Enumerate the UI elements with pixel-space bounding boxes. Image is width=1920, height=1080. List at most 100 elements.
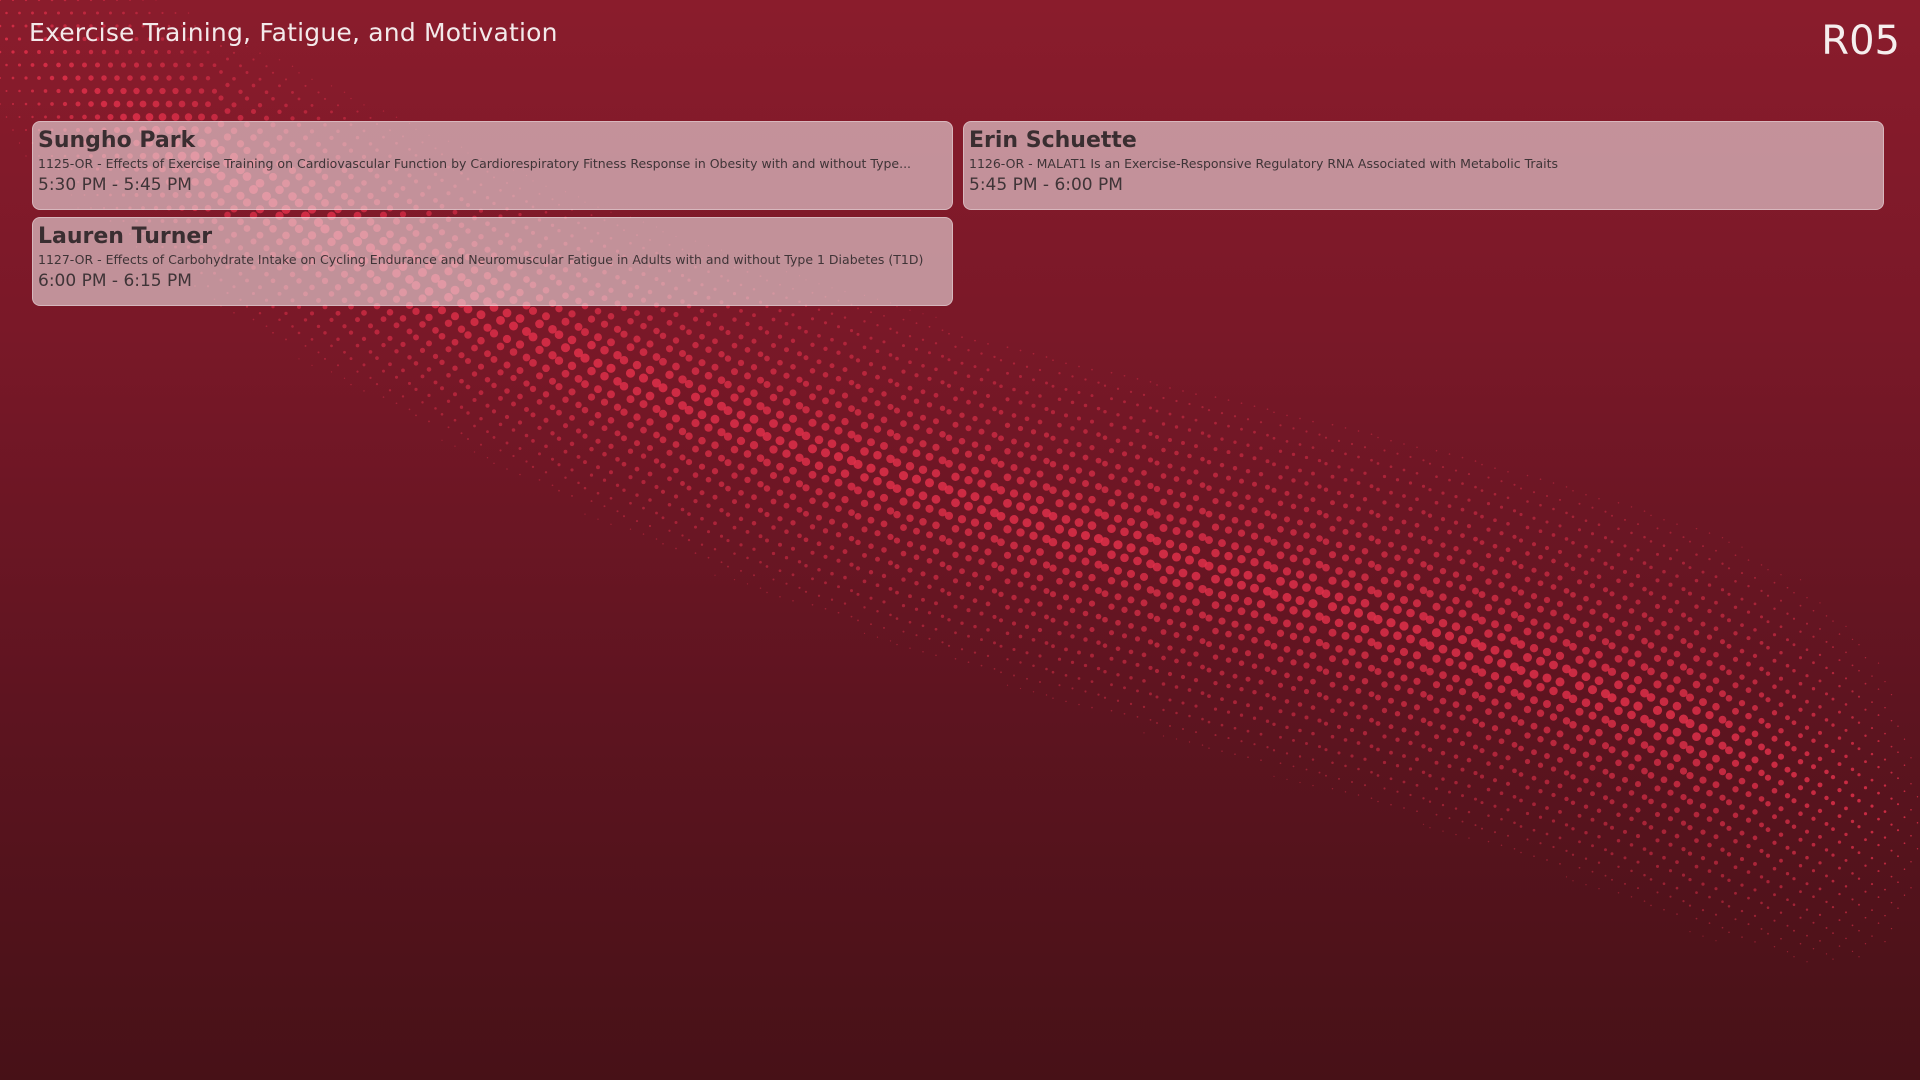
background-dot <box>1550 609 1557 617</box>
background-dot <box>678 427 687 436</box>
background-dot <box>1758 717 1765 724</box>
background-dot <box>30 89 35 93</box>
background-dot <box>860 473 869 482</box>
background-dot <box>1088 470 1096 477</box>
background-dot <box>1194 731 1198 734</box>
background-dot <box>1382 734 1387 739</box>
background-dot <box>1604 874 1607 877</box>
background-dot <box>1857 825 1861 829</box>
background-dot <box>1844 703 1848 706</box>
background-dot <box>1341 579 1350 589</box>
background-dot <box>736 436 746 446</box>
background-dot <box>1172 605 1181 613</box>
background-dot <box>567 361 577 371</box>
background-dot <box>1712 781 1720 789</box>
background-dot <box>1492 778 1498 783</box>
background-dot <box>974 339 976 342</box>
background-dot <box>1302 583 1311 592</box>
background-dot <box>934 627 938 631</box>
background-dot <box>1426 589 1434 598</box>
background-dot <box>596 465 600 470</box>
background-dot <box>1024 624 1030 629</box>
background-dot <box>1603 536 1608 540</box>
background-dot <box>1746 636 1751 641</box>
background-dot <box>1340 605 1351 615</box>
background-dot <box>284 311 288 316</box>
background-dot <box>827 439 837 449</box>
background-dot <box>1238 478 1245 484</box>
background-dot <box>107 87 114 95</box>
background-dot <box>1896 803 1900 806</box>
background-dot <box>1883 784 1887 787</box>
background-dot <box>1772 684 1777 690</box>
background-dot <box>1706 816 1713 822</box>
background-dot <box>1529 644 1539 653</box>
background-dot <box>1075 467 1083 474</box>
background-dot <box>1661 829 1667 835</box>
background-dot <box>1200 456 1205 462</box>
background-dot <box>797 351 802 357</box>
background-dot <box>1662 855 1666 860</box>
session-card[interactable]: Erin Schuette 1126-OR - MALAT1 Is an Exe… <box>963 121 1884 210</box>
background-dot <box>1350 780 1354 784</box>
background-dot <box>1864 682 1867 685</box>
background-dot <box>1139 546 1149 556</box>
background-dot <box>883 626 885 629</box>
background-dot <box>899 445 908 454</box>
background-dot <box>1687 851 1693 856</box>
background-dot <box>1647 667 1655 676</box>
background-dot <box>1791 720 1797 726</box>
background-dot <box>1569 617 1577 625</box>
background-dot <box>1349 727 1355 733</box>
background-dot <box>1556 703 1564 712</box>
background-dot <box>1630 531 1633 535</box>
background-dot <box>594 385 602 394</box>
background-dot <box>1474 485 1477 489</box>
background-dot <box>1231 516 1239 524</box>
background-dot <box>1311 731 1315 736</box>
background-dot <box>1425 641 1435 651</box>
background-dot <box>979 611 984 616</box>
background-dot <box>1558 836 1562 840</box>
background-dot <box>1032 352 1035 355</box>
background-dot <box>1460 533 1465 538</box>
background-dot <box>166 75 172 81</box>
background-dot <box>1435 813 1438 816</box>
background-dot <box>1890 719 1893 722</box>
background-dot <box>900 420 907 427</box>
background-dot <box>843 602 847 605</box>
background-dot <box>1428 488 1432 492</box>
background-dot <box>1653 680 1662 689</box>
background-dot <box>932 443 940 451</box>
background-dot <box>720 561 723 564</box>
background-dot <box>1018 400 1023 405</box>
background-dot <box>875 349 880 354</box>
session-card[interactable]: Lauren Turner 1127-OR - Effects of Carbo… <box>32 217 953 306</box>
background-dot <box>1284 699 1290 704</box>
background-dot <box>1036 548 1044 556</box>
background-dot <box>1343 503 1348 509</box>
background-dot <box>1713 626 1719 632</box>
session-card[interactable]: Sungho Park 1125-OR - Effects of Exercis… <box>32 121 953 210</box>
background-dot <box>685 458 693 466</box>
background-dot <box>1049 460 1057 468</box>
background-dot <box>959 568 965 575</box>
background-dot <box>822 528 829 534</box>
background-dot <box>1621 620 1629 627</box>
background-dot <box>43 62 48 68</box>
background-dot <box>1169 725 1171 727</box>
background-dot <box>5 63 8 67</box>
background-dot <box>733 552 736 555</box>
background-dot <box>926 531 933 539</box>
background-dot <box>712 338 718 345</box>
background-dot <box>232 51 236 54</box>
background-dot <box>1373 589 1383 598</box>
background-dot <box>1160 473 1167 479</box>
background-dot <box>1061 515 1071 524</box>
background-dot <box>1003 525 1012 534</box>
background-dot <box>1285 465 1289 470</box>
background-dot <box>1503 649 1513 659</box>
background-dot <box>519 473 521 476</box>
background-dot <box>1322 641 1330 650</box>
background-dot <box>833 452 844 462</box>
